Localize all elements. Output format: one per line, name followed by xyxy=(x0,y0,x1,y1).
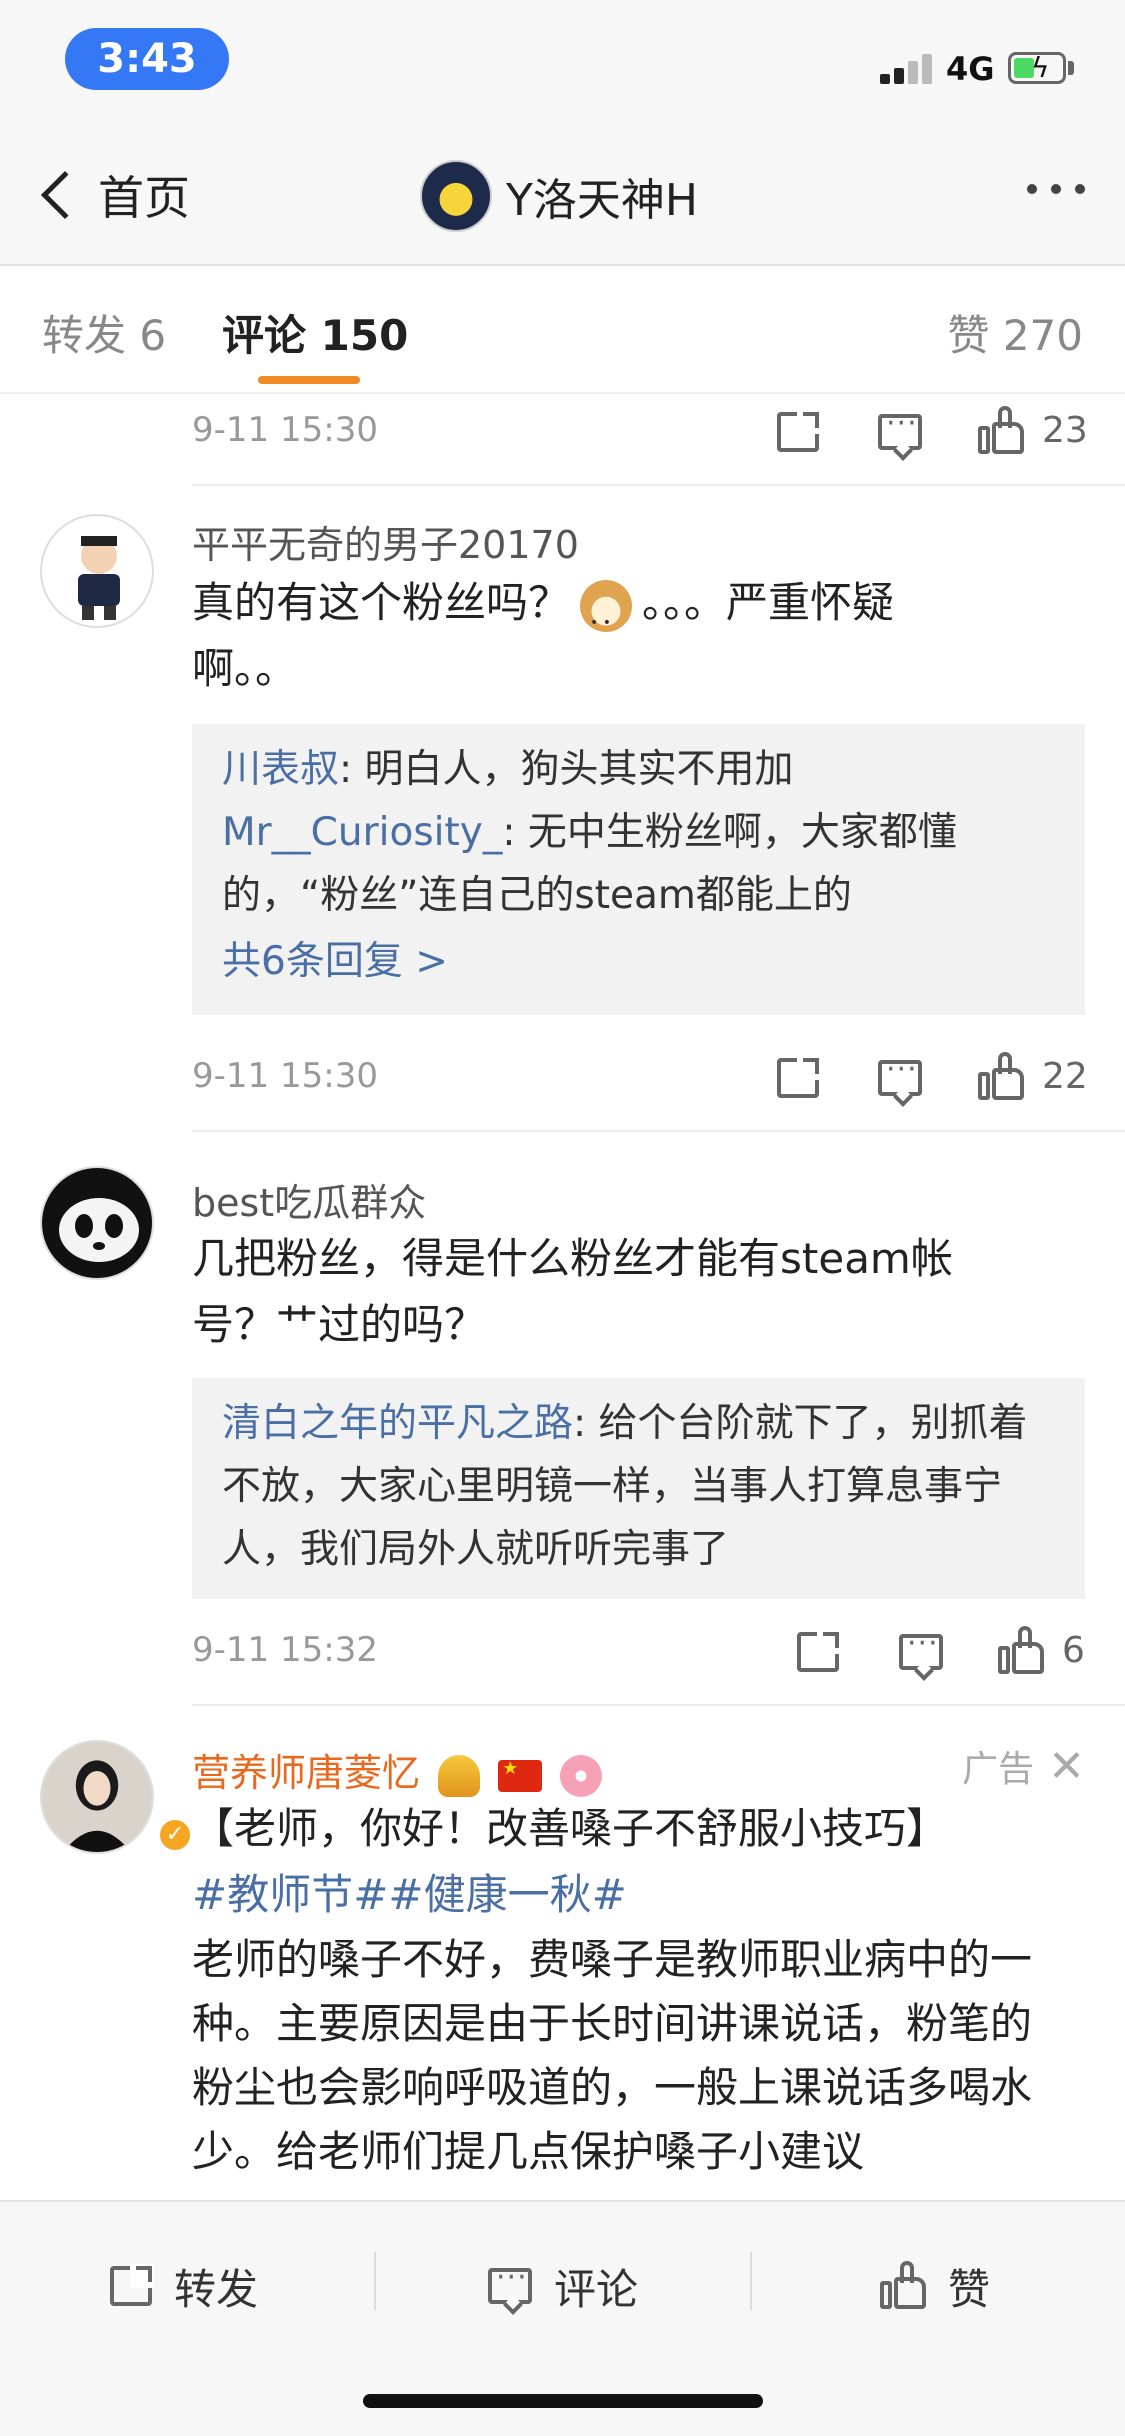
comment-username[interactable]: 平平无奇的男子20170 xyxy=(192,514,579,569)
avatar[interactable] xyxy=(40,1166,154,1280)
verified-badge-icon: ✓ xyxy=(156,1816,194,1854)
ad-headline: 【老师，你好！改善嗓子不舒服小技巧】 xyxy=(192,1804,949,1853)
like-icon xyxy=(880,2261,926,2309)
comment-text-part: 号？艹过的吗？ xyxy=(192,1300,487,1349)
like-button[interactable]: 赞 xyxy=(880,2246,990,2326)
crown-badge-icon xyxy=(438,1754,481,1797)
like-icon[interactable] xyxy=(978,1052,1024,1100)
comment-actions: 9-11 15:32 6 xyxy=(0,1614,1125,1694)
nav-user[interactable]: Y洛天神H xyxy=(420,158,698,234)
tab-comments[interactable]: 评论 150 xyxy=(222,302,408,363)
avatar[interactable]: ✓ xyxy=(40,1740,194,1854)
comment-text-part: 真的有这个粉丝吗？ xyxy=(192,578,571,627)
more-options-button[interactable] xyxy=(1027,184,1085,194)
tab-repost[interactable]: 转发 6 xyxy=(42,302,166,363)
avatar-image xyxy=(42,1742,152,1852)
china-flag-icon xyxy=(498,1758,543,1792)
comment-actions: 9-11 15:30 23 xyxy=(0,394,1125,474)
comment-text: 几把粉丝，得是什么粉丝才能有steam帐 号？艹过的吗？ xyxy=(192,1226,1072,1358)
chevron-left-icon xyxy=(40,170,90,220)
tab-bar: 转发 6 评论 150 赞 270 xyxy=(0,266,1125,394)
divider xyxy=(192,1704,1125,1706)
comment-text-part: 几把粉丝，得是什么粉丝才能有steam帐 xyxy=(192,1234,953,1283)
like-count: 23 xyxy=(1042,410,1088,451)
share-icon[interactable] xyxy=(777,410,821,452)
ad-username-text: 营养师唐菱忆 xyxy=(192,1751,421,1795)
comment-text-part: 。。。严重怀疑 xyxy=(642,578,895,627)
ad-text[interactable]: 【老师，你好！改善嗓子不舒服小技巧】 #教师节##健康一秋# 老师的嗓子不好，费… xyxy=(192,1796,1072,2184)
tab-likes[interactable]: 赞 270 xyxy=(947,302,1083,363)
battery-icon: ϟ xyxy=(1008,51,1066,84)
reply-box[interactable]: 川表叔: 明白人，狗头其实不用加 Mr__Curiosity_: 无中生粉丝啊，… xyxy=(192,724,1085,1015)
home-indicator[interactable] xyxy=(363,2394,763,2408)
active-tab-indicator xyxy=(258,376,360,384)
comment-username[interactable]: best吃瓜群众 xyxy=(192,1172,426,1227)
comment-icon xyxy=(488,2260,532,2304)
comment-text: 真的有这个粉丝吗？ 。。。严重怀疑 啊。。 xyxy=(192,570,1072,702)
back-label: 首页 xyxy=(98,171,190,225)
comment-button[interactable]: 评论 xyxy=(488,2246,638,2326)
ad-label: 广告 xyxy=(962,1749,1035,1790)
separator xyxy=(374,2252,376,2310)
ad-username[interactable]: 营养师唐菱忆 xyxy=(192,1742,603,1797)
dot-icon xyxy=(1027,184,1037,194)
repost-button[interactable]: 转发 xyxy=(110,2246,258,2326)
comment-icon[interactable] xyxy=(878,406,922,450)
separator xyxy=(750,2252,752,2310)
reply-item[interactable]: 川表叔: 明白人，狗头其实不用加 xyxy=(222,738,1055,801)
share-icon xyxy=(110,2264,154,2306)
like-icon[interactable] xyxy=(998,1626,1044,1674)
page-title: Y洛天神H xyxy=(506,175,698,226)
comment-text-part: 啊。。 xyxy=(192,644,298,693)
status-bar: 3:43 4G ϟ xyxy=(0,0,1125,120)
comment-icon[interactable] xyxy=(878,1052,922,1096)
ad-hashtags[interactable]: #教师节##健康一秋# xyxy=(192,1862,1072,1928)
ad-label-area: 广告 ✕ xyxy=(962,1740,1085,1792)
reply-box[interactable]: 清白之年的平凡之路: 给个台阶就下了，别抓着不放，大家心里明镜一样，当事人打算息… xyxy=(192,1378,1085,1599)
flower-icon xyxy=(560,1754,603,1797)
reply-username[interactable]: 清白之年的平凡之路 xyxy=(222,1401,573,1446)
comment-icon[interactable] xyxy=(899,1626,943,1670)
reply-item[interactable]: 清白之年的平凡之路: 给个台阶就下了，别抓着不放，大家心里明镜一样，当事人打算息… xyxy=(222,1392,1055,1581)
nav-bar: 首页 Y洛天神H xyxy=(0,120,1125,266)
battery-tip xyxy=(1068,61,1074,75)
comment-time: 9-11 15:30 xyxy=(192,1056,378,1096)
reply-text: : 明白人，狗头其实不用加 xyxy=(339,747,794,792)
close-icon[interactable]: ✕ xyxy=(1048,1741,1085,1792)
repost-label: 转发 xyxy=(174,2264,259,2314)
comment-time: 9-11 15:32 xyxy=(192,1630,378,1670)
reply-username[interactable]: Mr__Curiosity_ xyxy=(222,810,502,855)
signal-icon xyxy=(880,52,936,84)
dot-icon xyxy=(1075,184,1085,194)
like-icon[interactable] xyxy=(978,406,1024,454)
dot-icon xyxy=(1051,184,1061,194)
ad-body: 老师的嗓子不好，费嗓子是教师职业病中的一种。主要原因是由于长时间讲课说话，粉笔的… xyxy=(192,1935,1033,2176)
network-type: 4G xyxy=(946,50,995,88)
comment-actions: 9-11 15:30 22 xyxy=(0,1040,1125,1120)
avatar-image xyxy=(59,1198,139,1262)
back-button[interactable]: 首页 xyxy=(30,160,190,230)
avatar xyxy=(420,160,492,232)
comment-label: 评论 xyxy=(554,2264,639,2314)
like-count: 22 xyxy=(1042,1056,1088,1097)
status-time: 3:43 xyxy=(65,28,229,90)
share-icon[interactable] xyxy=(797,1630,841,1672)
like-count: 6 xyxy=(1062,1630,1085,1671)
more-replies-link[interactable]: 共6条回复 > xyxy=(222,927,1055,997)
share-icon[interactable] xyxy=(777,1056,821,1098)
avatar-image xyxy=(78,536,120,620)
divider xyxy=(192,1130,1125,1132)
reply-username[interactable]: 川表叔 xyxy=(222,747,339,792)
doge-emoji-icon xyxy=(580,579,633,656)
reply-item[interactable]: Mr__Curiosity_: 无中生粉丝啊，大家都懂的，“粉丝”连自己的ste… xyxy=(222,801,1055,927)
comment-feed[interactable]: 9-11 15:30 23 平平无奇的男子20170 真的有这个粉丝吗？ 。。。严… xyxy=(0,394,1125,2200)
avatar[interactable] xyxy=(40,514,154,628)
comment-time: 9-11 15:30 xyxy=(192,410,378,450)
divider xyxy=(192,484,1125,486)
like-label: 赞 xyxy=(948,2264,991,2314)
